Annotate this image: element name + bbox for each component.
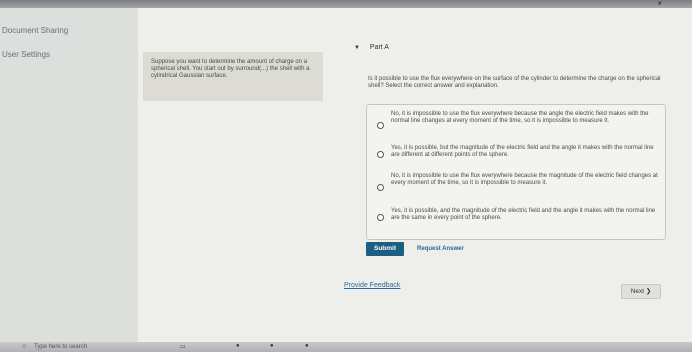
close-icon[interactable]: × — [657, 0, 662, 8]
radio-button[interactable] — [377, 151, 384, 158]
radio-button[interactable] — [377, 184, 384, 191]
problem-statement: Suppose you want to determine the amount… — [143, 52, 323, 101]
option-text: Yes, it is possible, and the magnitude o… — [391, 208, 656, 221]
request-answer-link[interactable]: Request Answer — [417, 246, 464, 252]
sidebar-item-document-sharing[interactable]: Document Sharing — [2, 26, 68, 35]
search-icon[interactable]: ○ — [22, 343, 26, 350]
option-text: No, it is impossible to use the flux eve… — [391, 173, 658, 186]
taskview-icon[interactable]: ▭ — [180, 343, 186, 350]
taskbar-search-input[interactable]: Type here to search — [34, 343, 134, 351]
part-a-header[interactable]: ▼ Part A — [354, 44, 389, 51]
option-text: Yes, it is possible, but the magnitude o… — [391, 145, 654, 158]
app-icon[interactable]: ● — [305, 343, 309, 349]
collapse-triangle-icon[interactable]: ▼ — [354, 45, 360, 51]
answer-options: No, it is impossible to use the flux eve… — [366, 104, 666, 240]
taskbar: ○ Type here to search ▭ ● ● ● — [0, 342, 692, 352]
radio-button[interactable] — [377, 214, 384, 221]
part-label: Part A — [369, 44, 389, 51]
sidebar-item-user-settings[interactable]: User Settings — [2, 50, 50, 59]
radio-button[interactable] — [377, 122, 384, 129]
next-button[interactable]: Next ❯ — [621, 284, 661, 299]
sidebar: Document Sharing User Settings — [0, 8, 138, 342]
submit-button[interactable]: Submit — [366, 242, 404, 256]
question-text: Is it possible to use the flux everywher… — [368, 76, 661, 89]
app-icon[interactable]: ● — [236, 343, 240, 349]
browser-top-bar: × — [0, 0, 692, 8]
option-text: No, it is impossible to use the flux eve… — [391, 111, 649, 124]
provide-feedback-link[interactable]: Provide Feedback — [344, 282, 400, 289]
app-icon[interactable]: ● — [270, 343, 274, 349]
